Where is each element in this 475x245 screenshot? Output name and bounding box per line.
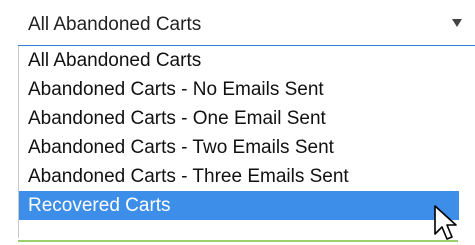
cart-filter-select[interactable]: All Abandoned Carts <box>18 0 475 46</box>
option-three-emails-sent[interactable]: Abandoned Carts - Three Emails Sent <box>19 162 459 191</box>
dropdown-list: All Abandoned Carts Abandoned Carts - No… <box>18 46 475 238</box>
option-no-emails-sent[interactable]: Abandoned Carts - No Emails Sent <box>19 75 459 104</box>
option-two-emails-sent[interactable]: Abandoned Carts - Two Emails Sent <box>19 133 459 162</box>
chevron-down-icon[interactable] <box>452 19 462 27</box>
bottom-divider <box>18 240 458 242</box>
cart-filter-widget: All Abandoned Carts All Abandoned Carts … <box>0 0 475 245</box>
option-recovered-carts[interactable]: Recovered Carts <box>19 191 459 220</box>
mouse-pointer-icon <box>434 205 457 240</box>
option-all-abandoned-carts[interactable]: All Abandoned Carts <box>19 46 459 75</box>
option-one-email-sent[interactable]: Abandoned Carts - One Email Sent <box>19 104 459 133</box>
select-current-value: All Abandoned Carts <box>28 14 202 35</box>
